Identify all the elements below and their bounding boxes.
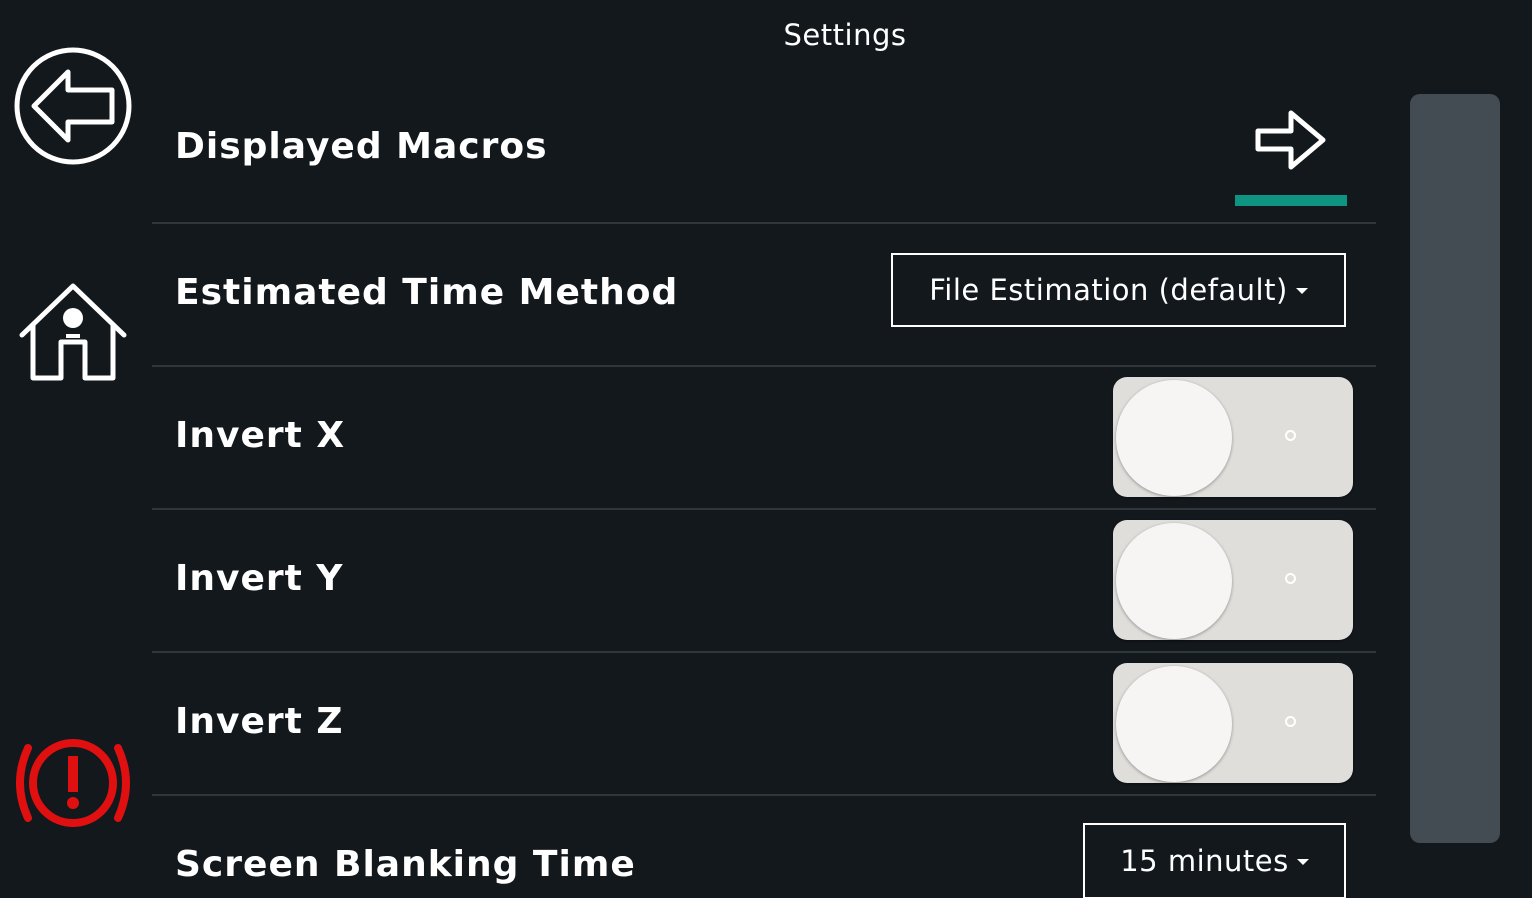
- toggle-knob: [1116, 523, 1232, 639]
- setting-label: Displayed Macros: [175, 126, 548, 167]
- dropdown-value: File Estimation (default): [929, 273, 1288, 307]
- caret-down-icon: [1295, 288, 1308, 294]
- setting-label: Invert Z: [175, 701, 344, 742]
- toggle-knob: [1116, 666, 1232, 782]
- back-arrow-icon: [14, 47, 132, 165]
- caret-down-icon: [1296, 859, 1309, 865]
- invert-x-toggle[interactable]: [1113, 377, 1353, 497]
- setting-row-invert-z: Invert Z: [152, 653, 1376, 796]
- accent-underline: [1235, 195, 1347, 206]
- home-button[interactable]: [16, 280, 130, 384]
- toggle-off-icon: [1285, 573, 1296, 584]
- settings-screen: Settings Displayed Macros Estimated Time…: [0, 0, 1532, 898]
- emergency-stop-button[interactable]: [10, 736, 136, 830]
- setting-label: Invert Y: [175, 558, 344, 599]
- displayed-macros-open-button[interactable]: [1235, 104, 1347, 206]
- setting-label: Invert X: [175, 415, 346, 456]
- scrollbar[interactable]: [1410, 94, 1500, 843]
- setting-label: Estimated Time Method: [175, 272, 679, 313]
- back-button[interactable]: [12, 45, 134, 167]
- setting-label: Screen Blanking Time: [175, 844, 636, 885]
- setting-row-displayed-macros: Displayed Macros: [152, 80, 1376, 224]
- setting-row-estimated-time-method: Estimated Time Method File Estimation (d…: [152, 224, 1376, 367]
- setting-row-invert-y: Invert Y: [152, 510, 1376, 653]
- toggle-knob: [1116, 380, 1232, 496]
- toggle-off-icon: [1285, 430, 1296, 441]
- toggle-off-icon: [1285, 716, 1296, 727]
- page-title: Settings: [783, 18, 907, 52]
- home-icon: [19, 283, 127, 381]
- estimated-time-method-dropdown[interactable]: File Estimation (default): [891, 253, 1346, 327]
- dropdown-value: 15 minutes: [1120, 844, 1289, 878]
- arrow-right-icon: [1255, 110, 1326, 170]
- invert-z-toggle[interactable]: [1113, 663, 1353, 783]
- screen-blanking-time-dropdown[interactable]: 15 minutes: [1083, 823, 1346, 898]
- setting-row-screen-blanking-time: Screen Blanking Time 15 minutes: [152, 796, 1376, 898]
- invert-y-toggle[interactable]: [1113, 520, 1353, 640]
- emergency-stop-icon: [16, 739, 130, 827]
- setting-row-invert-x: Invert X: [152, 367, 1376, 510]
